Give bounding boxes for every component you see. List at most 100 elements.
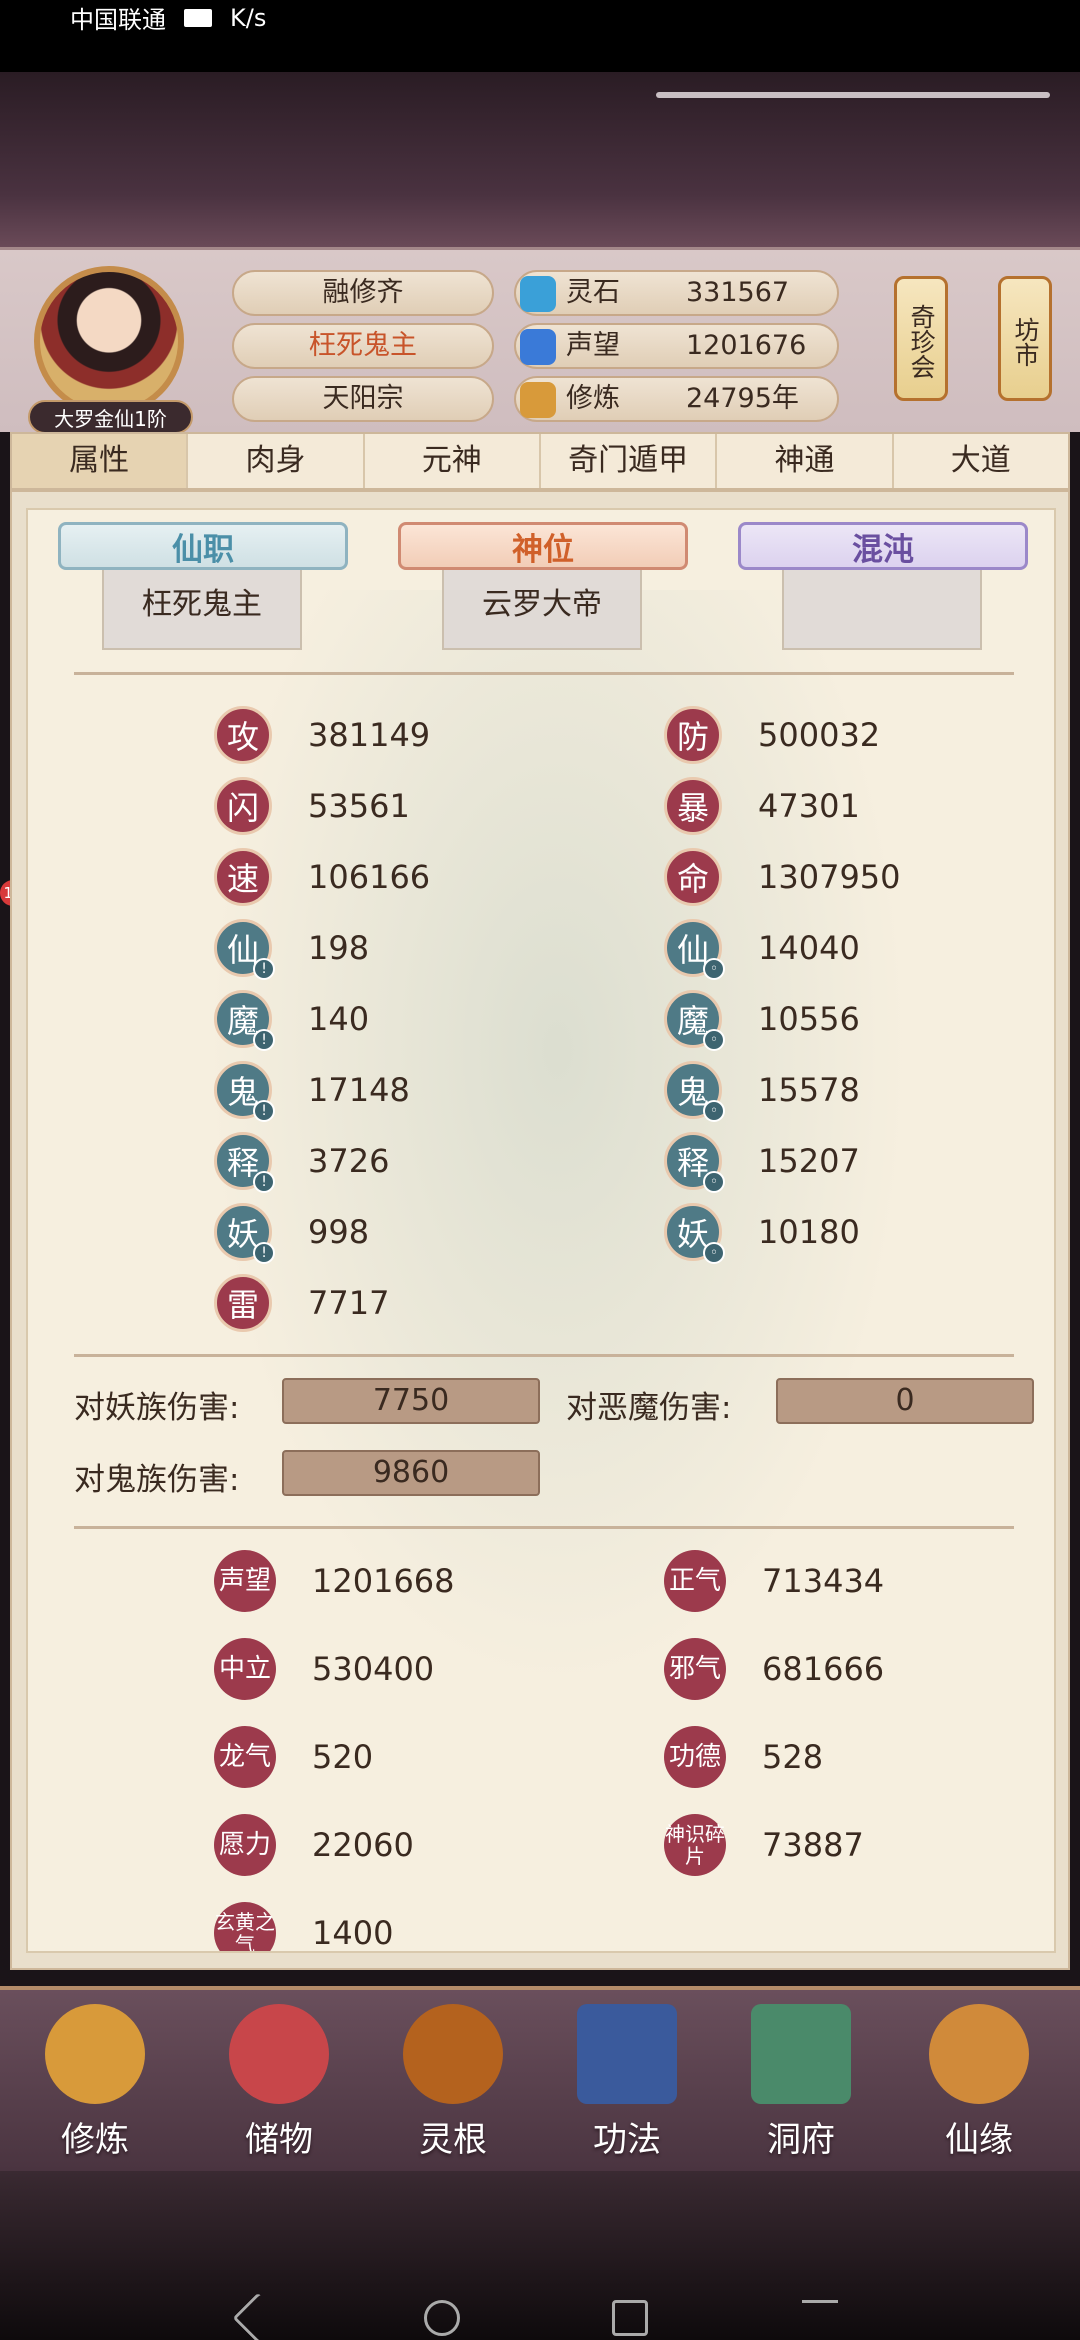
fame-icon (520, 329, 556, 365)
system-navigation-bar (0, 2292, 1080, 2340)
nav-spirit-root[interactable]: 灵根 (388, 1994, 518, 2164)
attr-merit: 功德 528 (664, 1726, 823, 1788)
dragon-qi-attr-icon: 龙气 (214, 1726, 276, 1788)
stat-immortal-attack: 仙! 198 (214, 918, 369, 980)
name-pill: 融修齐 (232, 270, 494, 316)
rank-badge: 大罗金仙1阶 (28, 400, 193, 434)
post-chaos-value (782, 570, 982, 650)
tab-qimen[interactable]: 奇门遁甲 (541, 434, 718, 488)
avatar[interactable] (34, 266, 184, 416)
attr-dragon-qi: 龙气 520 (214, 1726, 373, 1788)
attr-xuanhuang-qi: 玄黄之气 1400 (214, 1902, 393, 1951)
buddha-attack-icon: 释! (214, 1132, 275, 1193)
stat-buddha-defense: 释 ◦ 15207 (664, 1131, 860, 1193)
dodge-icon: 闪 (214, 777, 272, 835)
carrier-label: 中国联通 (70, 6, 166, 34)
stat-ghost-defense: 鬼 ◦ 15578 (664, 1060, 860, 1122)
stat-monster-defense: 妖 ◦ 10180 (664, 1202, 860, 1264)
divine-sense-shard-attr-icon: 神识碎片 (664, 1814, 726, 1876)
resource-cultivation: 修炼 24795年 (514, 376, 839, 422)
damage-vs-monster-value: 7750 (282, 1378, 540, 1424)
title-pill: 枉死鬼主 (232, 323, 494, 369)
tab-body[interactable]: 肉身 (188, 434, 365, 488)
crit-icon: 暴 (664, 777, 722, 835)
immortal-defense-icon: 仙 ◦ (664, 919, 725, 980)
nav-storage[interactable]: 储物 (214, 1994, 344, 2164)
home-icon[interactable] (424, 2300, 460, 2336)
attr-divine-sense-shard: 神识碎片 73887 (664, 1814, 864, 1876)
attr-neutral: 中立 530400 (214, 1638, 434, 1700)
post-chaos: 混沌 (738, 522, 1028, 570)
xuanhuang-qi-attr-icon: 玄黄之气 (214, 1902, 276, 1951)
recents-icon[interactable] (612, 2300, 648, 2336)
attributes-panel: 仙职 枉死鬼主 神位 云罗大帝 混沌 攻 381149 闪 53561 速 10… (26, 508, 1056, 1953)
status-bar: 中国联通 K/s (0, 0, 1080, 72)
tab-bar: 属性 肉身 元神 奇门遁甲 神通 大道 (10, 432, 1070, 490)
bazaar-button[interactable]: 坊市 (998, 276, 1052, 401)
ghost-attack-icon: 鬼! (214, 1061, 275, 1122)
tab-abilities[interactable]: 神通 (717, 434, 894, 488)
avatar-container[interactable]: 大罗金仙1阶 (28, 262, 193, 434)
nav-immortal-fate[interactable]: 仙缘 (914, 1994, 1044, 2164)
top-banner (0, 72, 1080, 247)
evil-attr-icon: 邪气 (664, 1638, 726, 1700)
stat-speed: 速 106166 (214, 847, 430, 907)
storage-bag-icon (229, 2004, 329, 2104)
stat-hp: 命 1307950 (664, 847, 901, 907)
attr-righteous: 正气 713434 (664, 1550, 884, 1612)
resource-fame: 声望 1201676 (514, 323, 839, 369)
attr-fame: 声望 1201668 (214, 1550, 455, 1612)
hp-icon: 命 (664, 848, 722, 906)
attr-evil: 邪气 681666 (664, 1638, 884, 1700)
stat-monster-attack: 妖! 998 (214, 1202, 369, 1264)
post-god-rank: 神位 (398, 522, 688, 570)
immortal-attack-icon: 仙! (214, 919, 275, 980)
fame-attr-icon: 声望 (214, 1550, 276, 1612)
divider (74, 672, 1014, 675)
speed-icon: 速 (214, 848, 272, 906)
buddha-defense-icon: 释 ◦ (664, 1132, 725, 1193)
back-icon[interactable] (232, 2292, 284, 2340)
defense-icon: 防 (664, 706, 722, 764)
damage-vs-demon-label: 对恶魔伤害: (566, 1390, 732, 1426)
damage-vs-monster-label: 对妖族伤害: (74, 1390, 240, 1426)
attr-willpower: 愿力 22060 (214, 1814, 414, 1876)
nav-technique[interactable]: 功法 (562, 1994, 692, 2164)
attack-icon: 攻 (214, 706, 272, 764)
cave-mansion-icon (751, 2004, 851, 2104)
thunder-icon: 雷 (214, 1274, 272, 1332)
nav-cultivation[interactable]: 修炼 (30, 1994, 160, 2164)
cultivate-icon (520, 382, 556, 418)
willpower-attr-icon: 愿力 (214, 1814, 276, 1876)
nav-cave-mansion[interactable]: 洞府 (736, 1994, 866, 2164)
stat-attack: 攻 381149 (214, 705, 430, 765)
neutral-attr-icon: 中立 (214, 1638, 276, 1700)
stat-immortal-defense: 仙 ◦ 14040 (664, 918, 860, 980)
ghost-defense-icon: 鬼 ◦ (664, 1061, 725, 1122)
divider (74, 1526, 1014, 1529)
tab-dao[interactable]: 大道 (894, 434, 1068, 488)
tab-attributes[interactable]: 属性 (12, 434, 189, 488)
character-header: 大罗金仙1阶 融修齐 枉死鬼主 天阳宗 灵石 331567 声望 1201676… (0, 247, 1080, 434)
damage-vs-demon-value: 0 (776, 1378, 1034, 1424)
immortal-fate-icon (929, 2004, 1029, 2104)
bottom-navigation: 修炼 储物 灵根 功法 洞府 仙缘 (0, 1986, 1080, 2171)
stat-buddha-attack: 释! 3726 (214, 1131, 389, 1193)
divider (74, 1354, 1014, 1357)
technique-book-icon (577, 2004, 677, 2104)
resource-spirit-stone: 灵石 331567 (514, 270, 839, 316)
treasure-market-button[interactable]: 奇珍会 (894, 276, 948, 401)
tab-spirit[interactable]: 元神 (365, 434, 541, 488)
demon-attack-icon: 魔! (214, 990, 275, 1051)
merit-attr-icon: 功德 (664, 1726, 726, 1788)
stat-demon-defense: 魔 ◦ 10556 (664, 989, 860, 1051)
content-panel: 仙职 枉死鬼主 神位 云罗大帝 混沌 攻 381149 闪 53561 速 10… (10, 490, 1070, 1970)
menu-icon[interactable] (802, 2300, 838, 2336)
sect-pill: 天阳宗 (232, 376, 494, 422)
signal-icon (184, 8, 212, 27)
spirit-stone-icon (520, 276, 556, 312)
righteous-attr-icon: 正气 (664, 1550, 726, 1612)
stat-demon-attack: 魔! 140 (214, 989, 369, 1051)
scroll-indicator (656, 92, 1050, 98)
demon-defense-icon: 魔 ◦ (664, 990, 725, 1051)
